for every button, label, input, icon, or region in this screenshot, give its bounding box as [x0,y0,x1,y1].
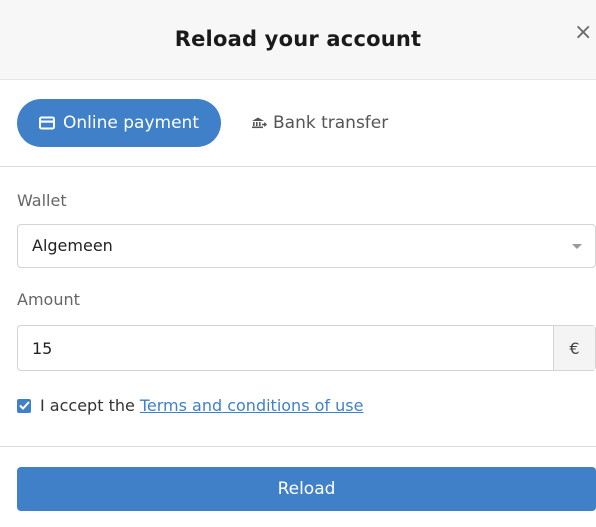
wallet-select[interactable]: Algemeen [17,224,596,268]
divider [0,166,596,167]
reload-button[interactable]: Reload [17,467,596,511]
tab-online-payment-label: Online payment [63,113,199,133]
checkmark-icon [18,401,30,410]
tab-online-payment[interactable]: Online payment [17,99,221,147]
terms-checkbox[interactable] [17,398,31,413]
amount-label: Amount [17,290,80,309]
close-icon[interactable]: × [574,20,596,46]
bank-transfer-icon [251,116,267,130]
wallet-label: Wallet [17,191,67,210]
modal-title: Reload your account [174,27,422,51]
tab-bank-transfer-label: Bank transfer [273,113,389,133]
currency-addon: € [553,326,595,370]
reload-account-modal: Reload your account × Online payment Ban… [0,0,596,527]
terms-row: I accept the Terms and conditions of use [17,396,363,415]
wallet-selected-value: Algemeen [32,236,113,255]
amount-input[interactable] [18,326,554,370]
amount-field-group: € [17,325,596,371]
divider [0,446,596,447]
modal-header: Reload your account × [0,0,596,80]
tab-bank-transfer[interactable]: Bank transfer [251,99,401,147]
credit-card-icon [39,116,56,130]
terms-link[interactable]: Terms and conditions of use [140,396,364,415]
terms-prefix: I accept the [40,396,135,415]
chevron-down-icon [572,244,582,249]
